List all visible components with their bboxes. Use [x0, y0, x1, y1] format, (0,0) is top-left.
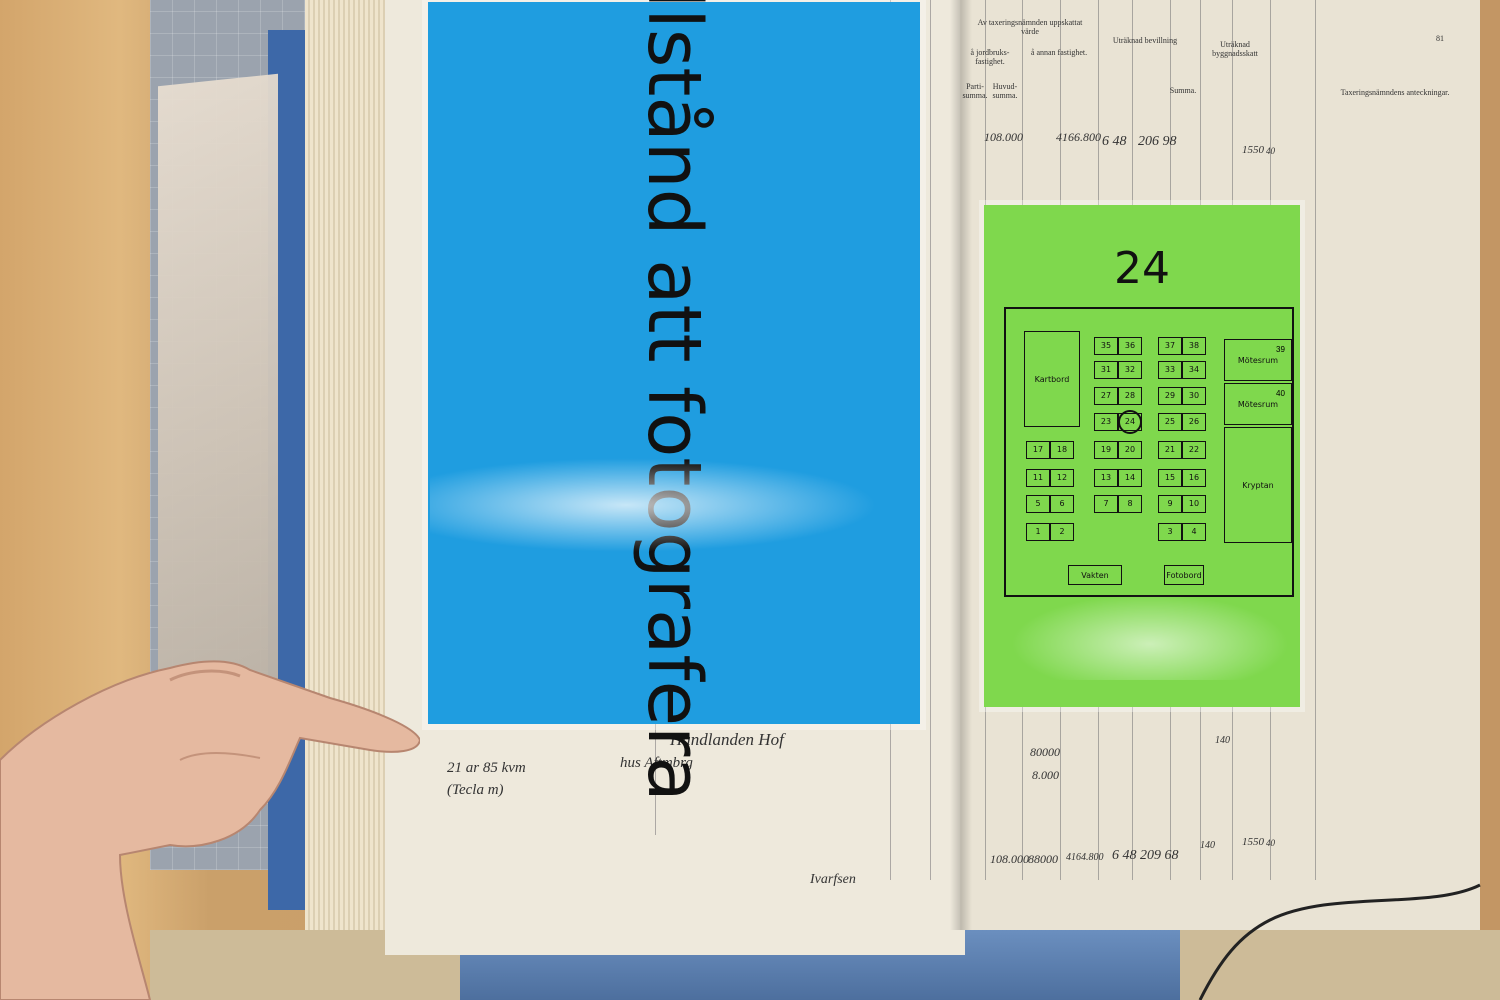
- seat-34: 34: [1182, 361, 1206, 379]
- seat-31: 31: [1094, 361, 1118, 379]
- seat-4: 4: [1182, 523, 1206, 541]
- seat-22: 22: [1182, 441, 1206, 459]
- ledger-value: 1550: [1242, 144, 1264, 156]
- light-glare: [1000, 590, 1300, 680]
- ledger-value: 80000: [1030, 745, 1060, 759]
- ledger-value: 206 98: [1138, 134, 1177, 149]
- ledger-value: 108.000: [984, 130, 1023, 144]
- seat-16: 16: [1182, 469, 1206, 487]
- signature: Ivarfsen: [810, 872, 856, 887]
- ledger-total: 40: [1266, 838, 1275, 848]
- seat-10: 10: [1182, 495, 1206, 513]
- seat-27: 27: [1094, 387, 1118, 405]
- ledger-total: 1550: [1242, 836, 1264, 848]
- seat-2: 2: [1050, 523, 1074, 541]
- ledger-column-line: [930, 0, 931, 880]
- seat-14: 14: [1118, 469, 1142, 487]
- ledger-value: 8.000: [1032, 768, 1059, 782]
- book-gutter: [950, 0, 972, 930]
- seat-17: 17: [1026, 441, 1050, 459]
- seat-30: 30: [1182, 387, 1206, 405]
- seat-7: 7: [1094, 495, 1118, 513]
- ledger-header: Uträknad byggnadsskatt: [1212, 40, 1258, 58]
- seat-5: 5: [1026, 495, 1050, 513]
- seat-1: 1: [1026, 523, 1050, 541]
- seat-19: 19: [1094, 441, 1118, 459]
- seat-11: 11: [1026, 469, 1050, 487]
- ledger-total: 108.000: [990, 852, 1029, 866]
- selected-seat-circle: [1118, 410, 1142, 434]
- seat-12: 12: [1050, 469, 1074, 487]
- room-number: 40: [1276, 389, 1285, 398]
- tissue-paper: [158, 73, 278, 707]
- ledger-value: 40: [1266, 146, 1275, 156]
- page-number: 81: [1436, 34, 1444, 43]
- photo-permit-text: Tillstånd att fotografera: [631, 0, 717, 802]
- seat-25: 25: [1158, 413, 1182, 431]
- seat-20: 20: [1118, 441, 1142, 459]
- room-kryptan: Kryptan: [1224, 427, 1292, 543]
- seat-3: 3: [1158, 523, 1182, 541]
- room-fotobord: Fotobord: [1164, 565, 1204, 585]
- seat-9: 9: [1158, 495, 1182, 513]
- floor-plan: Kartbord Mötesrum 39 Mötesrum 40 Kryptan…: [1004, 307, 1294, 597]
- ledger-header: Summa.: [1169, 86, 1197, 95]
- seat-21: 21: [1158, 441, 1182, 459]
- ledger-value: 6 48: [1102, 134, 1127, 149]
- ledger-value: 140: [1215, 735, 1230, 746]
- room-number: 39: [1276, 345, 1285, 354]
- room-vakten: Vakten: [1068, 565, 1122, 585]
- ledger-header: Av taxeringsnämnden uppskattat värde: [977, 18, 1083, 36]
- ledger-total: 6 48: [1112, 848, 1137, 863]
- room-kartbord: Kartbord: [1024, 331, 1080, 427]
- ledger-value: 4166.800: [1056, 130, 1101, 144]
- handwritten-entry: 21 ar 85 kvm: [447, 760, 526, 776]
- seat-13: 13: [1094, 469, 1118, 487]
- seat-35: 35: [1094, 337, 1118, 355]
- cable: [1198, 883, 1481, 1000]
- ledger-total: 140: [1200, 840, 1215, 851]
- pointing-hand: [0, 660, 420, 1000]
- seat-32: 32: [1118, 361, 1142, 379]
- ledger-column-line: [1315, 0, 1316, 880]
- ledger-header: Taxeringsnämndens anteckningar.: [1340, 88, 1450, 97]
- seat-23: 23: [1094, 413, 1118, 431]
- seat-number-title: 24: [1114, 243, 1170, 294]
- seat-29: 29: [1158, 387, 1182, 405]
- ledger-header: Huvud-summa.: [992, 82, 1018, 100]
- seat-38: 38: [1182, 337, 1206, 355]
- seat-18: 18: [1050, 441, 1074, 459]
- light-glare: [430, 450, 920, 560]
- photo-permit-sign: Tillstånd att fotografera: [428, 0, 920, 802]
- seat-36: 36: [1118, 337, 1142, 355]
- seat-8: 8: [1118, 495, 1142, 513]
- ledger-total: 209 68: [1140, 848, 1179, 863]
- seat-33: 33: [1158, 361, 1182, 379]
- ledger-total: 88000: [1028, 852, 1058, 866]
- ledger-header: å annan fastighet.: [1030, 48, 1088, 57]
- handwritten-entry: (Tecla m): [447, 782, 504, 798]
- seat-37: 37: [1158, 337, 1182, 355]
- seat-6: 6: [1050, 495, 1074, 513]
- ledger-total: 4164.800: [1066, 852, 1104, 863]
- seat-28: 28: [1118, 387, 1142, 405]
- seat-15: 15: [1158, 469, 1182, 487]
- seat-26: 26: [1182, 413, 1206, 431]
- ledger-header: Uträknad bevillning: [1112, 36, 1178, 45]
